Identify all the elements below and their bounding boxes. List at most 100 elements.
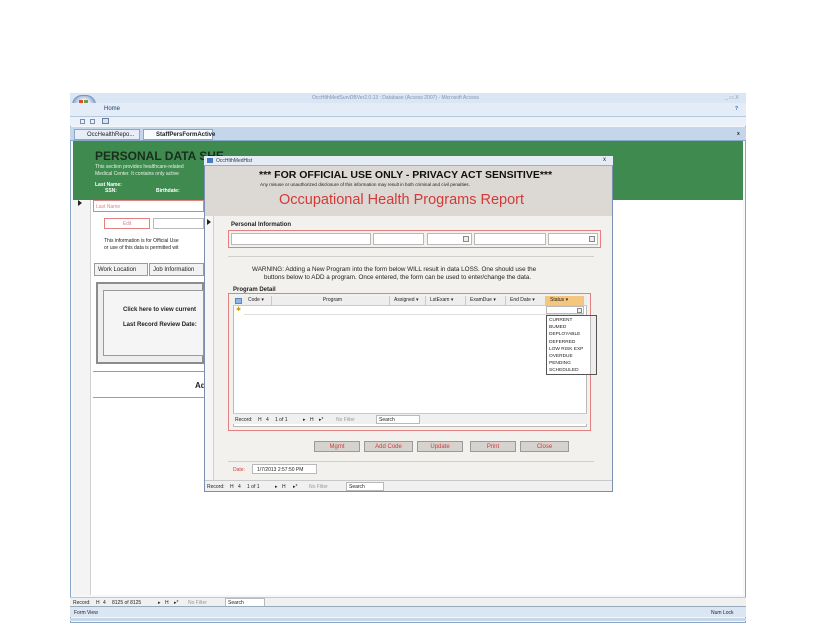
dialog-close-icon[interactable]: x: [603, 157, 606, 163]
notice-line2: or use of this data is permitted wit: [104, 245, 179, 251]
ribbon-tab-home[interactable]: Home: [104, 106, 120, 112]
misuse-note: Any misuse or unauthorized disclosure of…: [260, 182, 470, 187]
notice-line1: This information is for Official Use: [104, 238, 179, 244]
status-option[interactable]: OVERDUE: [549, 353, 573, 360]
print-button[interactable]: Print: [470, 441, 516, 452]
divider: [228, 461, 594, 462]
update-button[interactable]: Update: [417, 441, 463, 452]
close-button[interactable]: Close: [520, 441, 569, 452]
new-record-button[interactable]: ▸*: [319, 417, 323, 423]
tab-job-information[interactable]: Job Information: [149, 263, 204, 276]
report-title: Occupational Health Programs Report: [279, 192, 525, 208]
date-value: 1/7/2013 2:57:50 PM: [257, 467, 304, 473]
close-document-icon[interactable]: x: [737, 131, 740, 137]
record-selector-strip[interactable]: [73, 200, 91, 595]
status-option[interactable]: LOW RISK EXP: [549, 346, 583, 353]
form-description-line2: Medical Center. It contains only active: [95, 171, 179, 177]
print-button-label: Print: [486, 444, 500, 450]
column-code[interactable]: Code ▾: [244, 296, 272, 305]
subform-search-input[interactable]: Search: [376, 415, 420, 424]
column-program[interactable]: Program: [272, 296, 390, 305]
filter-indicator[interactable]: No Filter: [336, 417, 355, 423]
name-field[interactable]: [231, 233, 371, 245]
column-label: ExamDue: [470, 297, 492, 303]
edit-field[interactable]: Edit: [104, 218, 150, 229]
date-field[interactable]: 1/7/2013 2:57:50 PM: [252, 464, 317, 474]
dialog-record-selector[interactable]: [205, 216, 214, 480]
select-all-icon[interactable]: [235, 298, 242, 304]
subform-record-nav: Record: H 4 1 of 1 ▸ H ▸* No Filter Sear…: [233, 413, 587, 424]
dialog-title: OccHlthMedHist: [216, 158, 253, 164]
record-nav-label: Record:: [207, 484, 225, 490]
status-option[interactable]: BUMED: [549, 324, 566, 331]
tab-staffpersformactive[interactable]: StaffPersFormActive: [143, 129, 215, 140]
status-option[interactable]: SCHEDULED: [549, 367, 579, 374]
form-description-line1: This section provides healthcare-related: [95, 164, 184, 170]
dropdown-arrow-icon[interactable]: [463, 236, 469, 242]
filter-indicator[interactable]: No Filter: [309, 484, 328, 490]
dropdown-arrow-icon[interactable]: [577, 308, 582, 313]
window-controls[interactable]: _ ▭ X: [725, 95, 739, 101]
column-label: End Date: [510, 297, 531, 303]
prev-record-button[interactable]: 4: [266, 417, 269, 423]
add-code-button[interactable]: Add Code: [364, 441, 413, 452]
new-record-button[interactable]: ▸*: [293, 484, 297, 490]
status-dropdown-list[interactable]: CURRENT BUMED DEPLOYABLE DEFERRED LOW RISK E…: [546, 315, 597, 375]
new-record-row[interactable]: [244, 307, 584, 315]
status-option[interactable]: DEPLOYABLE: [549, 331, 580, 338]
birthdate-label: Birthdate:: [156, 188, 180, 194]
quick-access-toolbar: [70, 117, 746, 126]
dialog-search-input[interactable]: Search: [346, 482, 384, 491]
warning-line1: WARNING: Adding a New Program into the f…: [252, 266, 537, 273]
column-lstexam[interactable]: LstExam ▾: [426, 296, 466, 305]
undo-icon[interactable]: [80, 119, 85, 124]
next-record-button[interactable]: ▸: [303, 417, 306, 423]
status-combo[interactable]: [546, 306, 584, 314]
last-record-button[interactable]: H: [282, 484, 286, 490]
text-field-2[interactable]: [474, 233, 546, 245]
help-icon[interactable]: ?: [735, 106, 738, 112]
tab-work-location[interactable]: Work Location: [94, 263, 148, 276]
dropdown-scrollbar[interactable]: [590, 316, 596, 374]
click-here-link[interactable]: Click here to view current: [123, 307, 196, 313]
date-label: Date:: [233, 467, 245, 473]
blank-field[interactable]: [153, 218, 204, 229]
status-option[interactable]: PENDING: [549, 360, 571, 367]
last-name-field[interactable]: Last Name: [93, 200, 204, 212]
ssn-field[interactable]: [373, 233, 424, 245]
record-position[interactable]: 1 of 1: [275, 417, 288, 423]
program-datasheet: [233, 296, 587, 427]
divider: [93, 371, 204, 372]
window-title-bar: OccHlthMedSurvDBVer2.0.13 : Database (Ac…: [70, 93, 746, 103]
next-record-button[interactable]: ▸: [275, 484, 278, 490]
last-name-value: Last Name: [96, 204, 121, 210]
last-record-button[interactable]: H: [310, 417, 314, 423]
prev-record-button[interactable]: 4: [238, 484, 241, 490]
tab-label: OccHealthRepo...: [87, 132, 135, 138]
save-icon[interactable]: [102, 118, 109, 124]
first-record-button[interactable]: H: [230, 484, 234, 490]
mgmt-button-label: Mgmt: [329, 444, 345, 450]
mgmt-button[interactable]: Mgmt: [314, 441, 360, 452]
column-status[interactable]: Status ▾: [546, 296, 584, 305]
divider-lower: [93, 397, 204, 398]
combo-field-1[interactable]: [427, 233, 472, 245]
first-record-button[interactable]: H: [258, 417, 262, 423]
tab-occhealthrepo[interactable]: OccHealthRepo...: [74, 129, 140, 140]
ribbon: Home ?: [70, 103, 746, 117]
status-option[interactable]: DEFERRED: [549, 339, 575, 346]
record-nav-label: Record:: [235, 417, 253, 423]
record-position[interactable]: 1 of 1: [247, 484, 260, 490]
dropdown-arrow-icon[interactable]: [589, 236, 595, 242]
redo-icon[interactable]: [90, 119, 95, 124]
combo-field-2[interactable]: [548, 233, 598, 245]
column-assigned[interactable]: Assigned ▾: [390, 296, 426, 305]
window-title: OccHlthMedSurvDBVer2.0.13 : Database (Ac…: [312, 95, 480, 101]
divider: [228, 256, 594, 257]
last-review-label: Last Record Review Date:: [123, 322, 197, 328]
column-end-date[interactable]: End Date ▾: [506, 296, 546, 305]
column-examdue[interactable]: ExamDue ▾: [466, 296, 506, 305]
status-option[interactable]: CURRENT: [549, 317, 572, 324]
column-label: Code: [248, 297, 260, 303]
status-form-view: Form View: [74, 610, 98, 616]
